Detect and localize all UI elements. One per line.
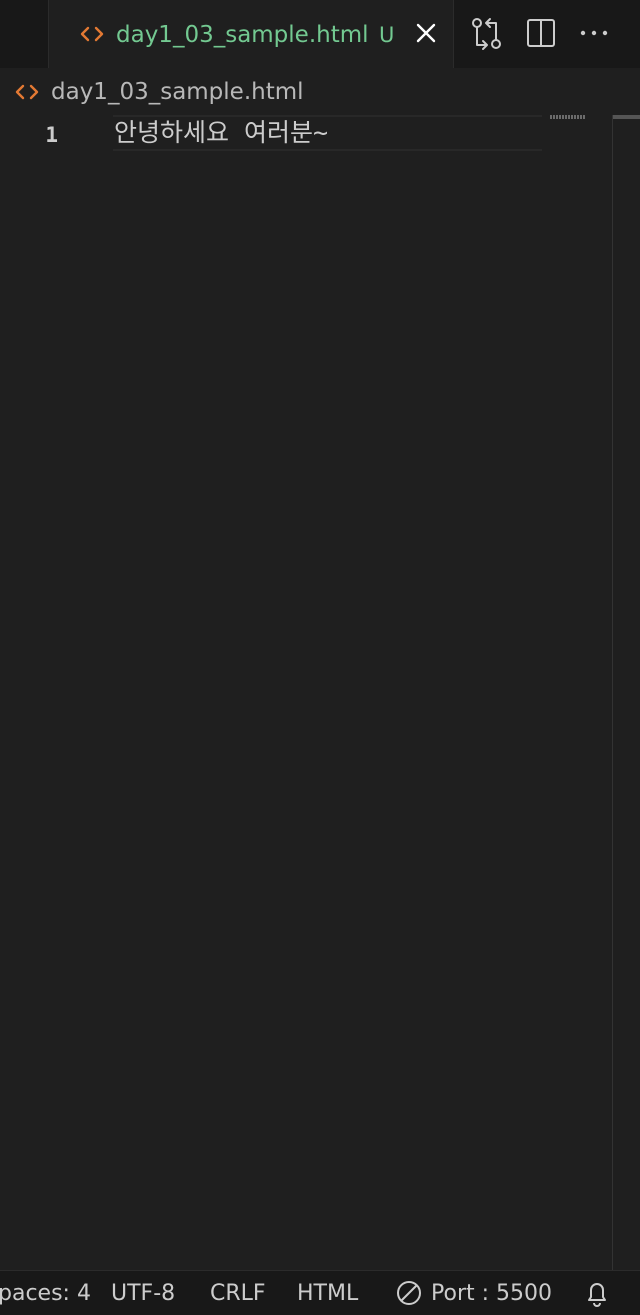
open-changes-button[interactable]: [469, 14, 505, 54]
language-mode-status[interactable]: HTML: [297, 1271, 358, 1315]
tab-active-file[interactable]: day1_03_sample.html U: [49, 0, 454, 68]
code-editor[interactable]: 1 안녕하세요 여러분~: [0, 115, 612, 1270]
git-untracked-badge: U: [379, 23, 395, 47]
line-ending-status[interactable]: CRLF: [210, 1271, 266, 1315]
encoding-status[interactable]: UTF-8: [111, 1271, 175, 1315]
minimap[interactable]: [550, 115, 586, 119]
circle-slash-icon: [397, 1281, 421, 1305]
code-line[interactable]: 안녕하세요 여러분~: [114, 115, 328, 151]
scrollbar-thumb[interactable]: [613, 115, 640, 119]
breadcrumb-file[interactable]: day1_03_sample.html: [51, 76, 304, 108]
bell-icon: [588, 1283, 606, 1307]
previous-tab-edge[interactable]: [0, 0, 49, 68]
close-icon: [416, 23, 436, 43]
code-brackets-icon: [14, 78, 40, 106]
status-bar: paces: 4 UTF-8 CRLF HTML Port : 5500: [0, 1270, 640, 1315]
split-editor-button[interactable]: [522, 14, 558, 54]
live-server-status[interactable]: Port : 5500: [396, 1271, 552, 1315]
line-number: 1: [45, 123, 58, 147]
ellipsis-icon: [580, 30, 608, 36]
indentation-status[interactable]: paces: 4: [0, 1271, 91, 1315]
more-actions-button[interactable]: [576, 14, 612, 54]
scrollbar-track[interactable]: [612, 115, 613, 1270]
compare-changes-icon: [472, 18, 501, 50]
code-brackets-icon: [79, 20, 105, 48]
breadcrumb: day1_03_sample.html: [0, 69, 640, 115]
close-tab-button[interactable]: [411, 17, 441, 51]
notifications-button[interactable]: [582, 1271, 612, 1315]
editor-tab-bar: day1_03_sample.html U: [0, 0, 640, 68]
split-editor-icon: [527, 19, 555, 47]
tab-label: day1_03_sample.html: [116, 22, 369, 48]
live-server-port: Port : 5500: [431, 1281, 552, 1306]
